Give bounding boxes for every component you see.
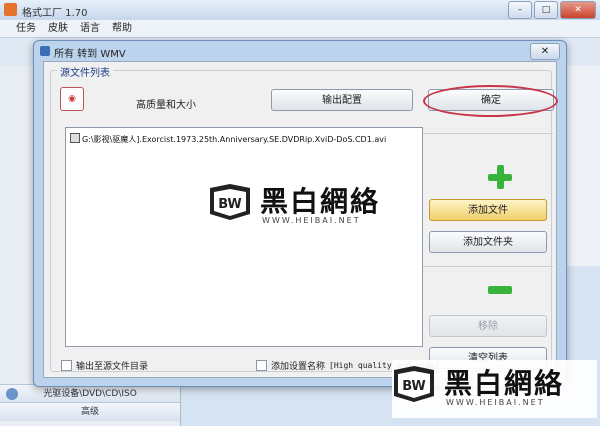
add-folder-button[interactable]: 添加文件夹	[429, 231, 547, 253]
group-title: 源文件列表	[57, 64, 113, 79]
file-path: G:\影视\驱魔人].Exorcist.1973.25th.Anniversar…	[82, 135, 387, 144]
window-controls: – □ ✕	[508, 1, 596, 19]
highlight-circle	[423, 85, 558, 117]
menu-skin[interactable]: 皮肤	[48, 20, 68, 37]
close-button[interactable]: ✕	[560, 1, 596, 19]
plus-icon	[488, 165, 512, 189]
minus-icon	[488, 286, 512, 294]
divider	[423, 266, 553, 267]
watermark-text: 黑白網絡	[260, 185, 381, 218]
menu-bar: 任务 皮肤 语言 帮助	[0, 20, 600, 38]
output-to-source-checkbox[interactable]	[61, 360, 72, 371]
sidebar-item-label: 光驱设备\DVD\CD\ISO	[43, 389, 137, 399]
maximize-button[interactable]: □	[534, 1, 558, 19]
watermark-text: 黑白網絡	[444, 367, 565, 400]
dialog-title: 所有 转到 WMV	[54, 49, 126, 60]
list-item[interactable]: G:\影视\驱魔人].Exorcist.1973.25th.Anniversar…	[70, 133, 386, 145]
watermark-corner: BW 黑白網絡 WWW.HEIBAI.NET	[392, 360, 597, 418]
output-to-source-label: 输出至源文件目录	[76, 362, 149, 372]
svg-text:BW: BW	[402, 379, 426, 394]
menu-task[interactable]: 任务	[16, 20, 36, 37]
add-setting-name-checkbox[interactable]	[256, 360, 267, 371]
watermark-url: WWW.HEIBAI.NET	[446, 398, 545, 407]
output-to-source-option[interactable]: 输出至源文件目录	[61, 359, 148, 372]
sidebar-item-advanced[interactable]: 高级	[0, 402, 180, 421]
divider	[423, 133, 553, 134]
svg-text:BW: BW	[218, 197, 242, 212]
app-titlebar: 格式工厂 1.70 – □ ✕	[0, 0, 600, 21]
watermark-logo-icon: BW	[210, 184, 250, 220]
dialog-icon	[40, 46, 50, 56]
file-icon	[70, 133, 80, 143]
watermark-center: BW 黑白網絡 WWW.HEIBAI.NET	[208, 178, 413, 236]
disc-icon	[6, 388, 18, 400]
app-title: 格式工厂 1.70	[22, 8, 88, 19]
menu-language[interactable]: 语言	[80, 20, 100, 37]
minimize-button[interactable]: –	[508, 1, 532, 19]
dialog-close-button[interactable]: ✕	[530, 43, 560, 60]
watermark-logo-icon: BW	[394, 366, 434, 402]
app-right-panel	[565, 66, 600, 266]
add-setting-name-label: 添加设置名称	[271, 362, 326, 372]
remove-button[interactable]: 移除	[429, 315, 547, 337]
quality-label: 高质量和大小	[136, 100, 196, 111]
file-list[interactable]: G:\影视\驱魔人].Exorcist.1973.25th.Anniversar…	[65, 127, 423, 347]
watermark-url: WWW.HEIBAI.NET	[262, 216, 361, 225]
add-file-button[interactable]: 添加文件	[429, 199, 547, 221]
output-config-button[interactable]: 输出配置	[271, 89, 413, 111]
app-logo-icon	[4, 3, 17, 16]
quality-icon: ◉	[60, 87, 84, 111]
menu-help[interactable]: 帮助	[112, 20, 132, 37]
sidebar-item-label: 高级	[80, 407, 99, 417]
